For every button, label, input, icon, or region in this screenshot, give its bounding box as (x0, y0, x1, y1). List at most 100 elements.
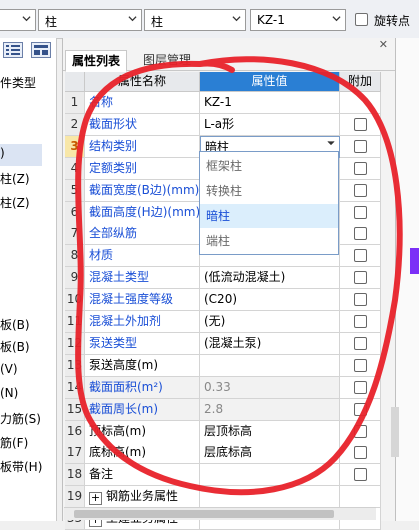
grid-view-icon[interactable] (31, 42, 51, 58)
property-name: 结构类别 (85, 135, 200, 158)
add-checkbox[interactable] (354, 227, 367, 241)
row-number: 17 (65, 442, 85, 465)
property-value[interactable]: (低流动混凝土) (200, 267, 340, 290)
property-name: 全部纵筋 (85, 223, 200, 246)
tab-properties[interactable]: 属性列表 (65, 50, 128, 72)
add-checkbox[interactable] (354, 117, 367, 131)
add-checkbox[interactable] (354, 380, 367, 394)
table-row[interactable]: 9 混凝土类型 (低流动混凝土) (65, 267, 381, 290)
property-value[interactable]: 2.8 (200, 398, 340, 421)
property-value[interactable]: KZ-1 (200, 92, 340, 114)
list-view-icon[interactable] (3, 42, 23, 58)
table-row[interactable]: 18 备注 (65, 464, 381, 487)
tree-item[interactable]: 力筋(S) (0, 410, 41, 427)
tree-item[interactable]: 柱(Z) (0, 194, 30, 211)
tree-item[interactable]: 件类型 (0, 74, 36, 91)
property-value[interactable]: L-a形 (200, 113, 340, 136)
dropdown-option-hidden-column[interactable]: 暗柱 (200, 204, 338, 228)
property-name: 截面形状 (85, 113, 200, 136)
table-row[interactable]: 15 截面周长(m) 2.8 (65, 398, 381, 421)
row-number: 2 (65, 113, 85, 136)
tree-item[interactable]: (V) (0, 362, 18, 376)
row-number: 12 (65, 332, 85, 355)
add-cell (340, 113, 381, 136)
expand-plus-icon[interactable]: + (89, 492, 102, 506)
tree-item[interactable]: 板(B) (0, 316, 30, 333)
component-combo-value: KZ-1 (257, 13, 285, 27)
horizontal-scrollbar[interactable] (64, 507, 376, 520)
tree-item[interactable]: 板带(H) (0, 458, 42, 475)
add-checkbox[interactable] (354, 358, 367, 372)
tree-item[interactable]: ) (0, 146, 5, 160)
add-checkbox[interactable] (354, 205, 367, 219)
add-checkbox[interactable] (354, 249, 367, 263)
table-row[interactable]: 1 名称 KZ-1 (65, 92, 381, 114)
property-value[interactable]: (C20) (200, 289, 340, 312)
subtype-combo[interactable]: 柱 (144, 9, 246, 31)
property-value[interactable]: (无) (200, 311, 340, 333)
property-value[interactable]: 0.33 (200, 376, 340, 399)
add-checkbox[interactable] (354, 139, 367, 153)
tree-item[interactable]: 板(B) (0, 338, 30, 355)
add-checkbox[interactable] (354, 293, 367, 307)
tree-item[interactable]: (N) (0, 386, 18, 400)
table-row[interactable]: 17 底标高(m) 层底标高 (65, 442, 381, 465)
property-value[interactable] (200, 464, 340, 487)
tab-layers[interactable]: 图层管理 (137, 50, 197, 70)
add-cell (340, 354, 381, 377)
property-name: + 钢筋业务属性 (85, 486, 200, 509)
rotate-point-checkbox[interactable] (355, 13, 368, 26)
property-name: 备注 (85, 464, 200, 487)
horizontal-scroll-thumb[interactable] (74, 510, 334, 518)
dropdown-option-frame-column[interactable]: 框架柱 (200, 154, 338, 178)
add-checkbox[interactable] (354, 402, 367, 416)
add-cell (340, 179, 381, 202)
tree-item[interactable]: 柱(Z) (0, 170, 30, 187)
add-checkbox[interactable] (354, 424, 367, 438)
table-row[interactable]: 19 + 钢筋业务属性 (65, 486, 381, 509)
property-name: 截面宽度(B边)(mm) (85, 179, 200, 202)
grid-header-name: 属性名称 (85, 72, 200, 92)
tree-item[interactable]: 筋(F) (0, 434, 28, 451)
row-number: 1 (65, 92, 85, 114)
table-row[interactable]: 16 顶标高(m) 层顶标高 (65, 420, 381, 443)
table-row[interactable]: 13 泵送高度(m) (65, 354, 381, 377)
vertical-scroll-thumb[interactable] (391, 407, 399, 457)
dropdown-option-transfer-column[interactable]: 转换柱 (200, 179, 338, 203)
property-value[interactable] (200, 486, 340, 509)
add-cell (340, 201, 381, 224)
table-row[interactable]: 11 混凝土外加剂 (无) (65, 311, 381, 333)
property-name: 截面高度(H边)(mm) (85, 201, 200, 224)
table-row[interactable]: 2 截面形状 L-a形 (65, 113, 381, 136)
add-checkbox[interactable] (354, 183, 367, 197)
table-row[interactable]: 12 泵送类型 (混凝土泵) (65, 332, 381, 355)
row-number: 11 (65, 311, 85, 333)
add-checkbox[interactable] (354, 315, 367, 328)
category-combo[interactable]: 柱 (38, 9, 142, 31)
add-checkbox[interactable] (354, 161, 367, 175)
table-row[interactable]: 14 截面面积(m²) 0.33 (65, 376, 381, 399)
row-number: 18 (65, 464, 85, 487)
type-combo[interactable] (0, 9, 36, 31)
add-cell (340, 486, 381, 509)
add-checkbox[interactable] (354, 271, 367, 285)
property-name: 混凝土强度等级 (85, 289, 200, 312)
dropdown-option-end-column[interactable]: 端柱 (200, 229, 338, 253)
property-value[interactable] (200, 354, 340, 377)
row-number: 6 (65, 201, 85, 224)
table-row[interactable]: 10 混凝土强度等级 (C20) (65, 289, 381, 312)
add-checkbox[interactable] (354, 446, 367, 460)
chevron-down-icon[interactable] (327, 139, 335, 147)
add-cell (340, 442, 381, 465)
property-value[interactable]: 层顶标高 (200, 420, 340, 443)
add-checkbox[interactable] (354, 468, 367, 482)
add-cell (340, 135, 381, 158)
tree-item-selected (0, 144, 42, 166)
property-value[interactable]: 层底标高 (200, 442, 340, 465)
structure-type-dropdown: 框架柱 转换柱 暗柱 端柱 (199, 151, 339, 255)
component-combo[interactable]: KZ-1 (250, 9, 346, 31)
add-cell (340, 376, 381, 399)
property-name: 泵送高度(m) (85, 354, 200, 377)
property-value[interactable]: (混凝土泵) (200, 332, 340, 355)
add-checkbox[interactable] (354, 336, 367, 350)
